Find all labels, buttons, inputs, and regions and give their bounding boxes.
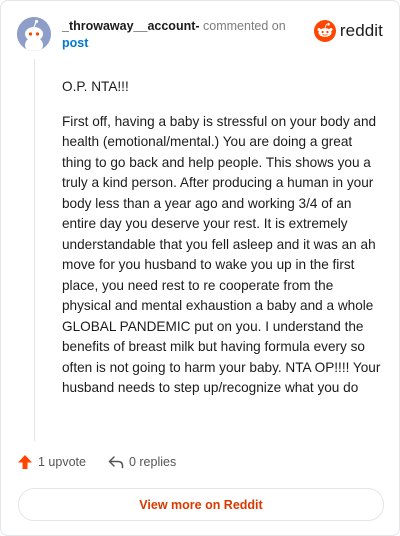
thread-line	[34, 59, 35, 441]
upvote-button[interactable]: 1 upvote	[17, 454, 86, 470]
comment-paragraph: O.P. NTA!!!	[62, 79, 129, 94]
replies-button[interactable]: 0 replies	[108, 454, 176, 470]
reddit-wordmark: reddit	[339, 21, 383, 40]
post-link[interactable]: post	[62, 36, 88, 50]
view-more-label: View more on Reddit	[139, 497, 263, 512]
reddit-snoo-icon	[313, 20, 336, 42]
view-more-button[interactable]: View more on Reddit	[18, 488, 384, 521]
reddit-logo[interactable]: reddit	[313, 20, 383, 42]
username[interactable]: _throwaway__account-	[62, 19, 200, 33]
avatar[interactable]	[17, 17, 51, 51]
comment-header: _throwaway__account- commented on post	[62, 18, 302, 52]
reply-arrow-icon	[108, 456, 124, 469]
embedded-comment-card: _throwaway__account- commented on post r…	[0, 0, 400, 536]
comment-actions: 1 upvote 0 replies	[17, 454, 198, 470]
action-text: commented on	[203, 19, 286, 33]
comment-body: O.P. NTA!!! First off, having a baby is …	[62, 77, 384, 413]
upvote-arrow-icon	[18, 455, 32, 469]
comment-paragraph: First off, having a baby is stressful on…	[62, 113, 381, 396]
snoo-avatar-icon	[17, 17, 51, 51]
upvote-count: 1 upvote	[38, 455, 86, 469]
replies-count: 0 replies	[128, 455, 177, 469]
